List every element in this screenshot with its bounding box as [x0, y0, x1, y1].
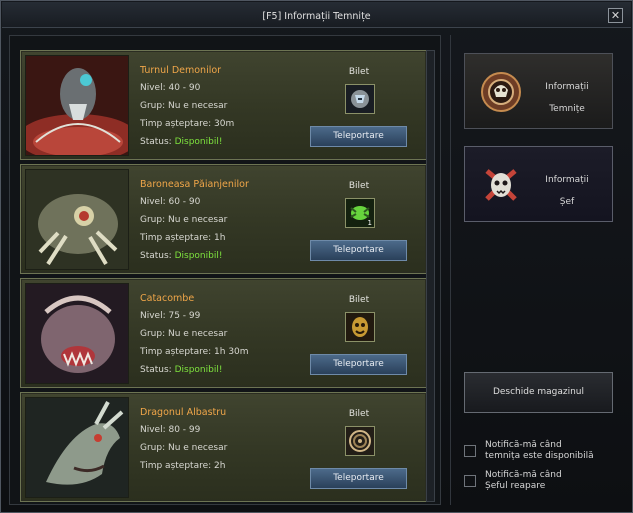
- dungeon-card: Catacombe Nivel: 75 - 99 Grup: Nu e nece…: [20, 278, 427, 388]
- ticket-slot[interactable]: [345, 426, 375, 456]
- dungeon-wait-time: Timp așteptare: 2h: [140, 461, 226, 471]
- dungeon-group: Grup: Nu e necesar: [140, 329, 228, 339]
- status-label: Status:: [140, 365, 175, 375]
- notify-boss-line1: Notifică-mă când: [485, 470, 562, 480]
- ticket-slot[interactable]: [345, 84, 375, 114]
- boss-info-label-line1: Informații: [545, 175, 589, 185]
- dungeon-portrait-catacombs: [25, 283, 129, 384]
- teleport-button[interactable]: Teleportare: [310, 126, 407, 147]
- dungeon-details: Turnul Demonilor Nivel: 40 - 90 Grup: Nu…: [140, 65, 234, 155]
- dungeon-status: Status: Disponibil!: [140, 251, 249, 269]
- boss-info-button[interactable]: Informații Șef: [464, 146, 613, 222]
- close-button[interactable]: ✕: [608, 8, 623, 23]
- boss-info-label-line2: Șef: [559, 197, 575, 207]
- dungeon-name: Dragonul Albastru: [140, 407, 227, 418]
- ticket-slot[interactable]: 1: [345, 198, 375, 228]
- status-value: Disponibil!: [174, 137, 223, 147]
- dungeon-info-window: [F5] Informații Temnițe ✕ Turnul Demonil…: [0, 0, 633, 513]
- notify-available-line1: Notifică-mă când: [485, 440, 562, 450]
- dungeon-group: Grup: Nu e necesar: [140, 101, 228, 111]
- dungeon-wait-time: Timp așteptare: 30m: [140, 119, 235, 129]
- dungeon-wait-time: Timp așteptare: 1h: [140, 233, 226, 243]
- dungeon-name: Turnul Demonilor: [140, 65, 222, 76]
- notify-boss-line2: Șeful reapare: [485, 481, 546, 491]
- dungeon-list: Turnul Demonilor Nivel: 40 - 90 Grup: Nu…: [20, 50, 427, 502]
- dungeon-group: Grup: Nu e necesar: [140, 215, 228, 225]
- dungeon-level: Nivel: 75 - 99: [140, 311, 201, 321]
- dungeon-level: Nivel: 40 - 90: [140, 83, 201, 93]
- blue-dragon-boss-image: [26, 398, 128, 497]
- dungeon-status: Status: Disponibil!: [140, 365, 249, 383]
- dungeon-card: Turnul Demonilor Nivel: 40 - 90 Grup: Nu…: [20, 50, 427, 160]
- notify-boss-respawn-checkbox[interactable]: [464, 475, 476, 487]
- dungeon-emblem-icon: [479, 70, 523, 114]
- notify-dungeon-available-checkbox[interactable]: [464, 445, 476, 457]
- dungeon-list-panel: Turnul Demonilor Nivel: 40 - 90 Grup: Nu…: [9, 35, 441, 505]
- dungeon-card: Baroneasa Păianjenilor Nivel: 60 - 90 Gr…: [20, 164, 427, 274]
- boss-skull-icon: [479, 163, 523, 207]
- ticket-label: Bilet: [348, 67, 370, 77]
- dungeon-portrait-demon-tower: [25, 55, 129, 156]
- spider-baroness-boss-image: [26, 170, 128, 269]
- dungeon-info-label-line2: Temnițe: [549, 104, 585, 114]
- dungeon-details: Dragonul Albastru Nivel: 80 - 99 Grup: N…: [140, 407, 227, 479]
- ticket-count: 1: [367, 219, 372, 227]
- notify-dungeon-available-option[interactable]: Notifică-mă când temnița este disponibil…: [464, 440, 624, 464]
- notify-available-line2: temnița este disponibilă: [485, 451, 594, 461]
- dungeon-status: Status: Disponibil!: [140, 137, 234, 155]
- demon-tower-boss-image: [26, 56, 128, 155]
- catacombs-boss-image: [26, 284, 128, 383]
- dungeon-details: Baroneasa Păianjenilor Nivel: 60 - 90 Gr…: [140, 179, 249, 269]
- window-title: [F5] Informații Temnițe: [262, 11, 371, 22]
- dungeon-level: Nivel: 80 - 99: [140, 425, 201, 435]
- dungeon-card: Dragonul Albastru Nivel: 80 - 99 Grup: N…: [20, 392, 427, 502]
- ticket-label: Bilet: [348, 409, 370, 419]
- dungeon-portrait-spider-baroness: [25, 169, 129, 270]
- status-label: Status:: [140, 137, 175, 147]
- teleport-button[interactable]: Teleportare: [310, 468, 407, 489]
- status-label: Status:: [140, 251, 175, 261]
- dungeon-list-scrollbar[interactable]: [426, 50, 435, 502]
- dungeon-info-label-line1: Informații: [545, 82, 589, 92]
- dungeon-info-button[interactable]: Informații Temnițe: [464, 53, 613, 129]
- notify-dungeon-available-label: Notifică-mă când temnița este disponibil…: [485, 440, 625, 462]
- dungeon-details: Catacombe Nivel: 75 - 99 Grup: Nu e nece…: [140, 293, 249, 383]
- ticket-label: Bilet: [348, 181, 370, 191]
- ticket-slot[interactable]: [345, 312, 375, 342]
- dungeon-group: Grup: Nu e necesar: [140, 443, 228, 453]
- teleport-button[interactable]: Teleportare: [310, 354, 407, 375]
- side-panel: Informații Temnițe Informații Șef Deschi…: [450, 35, 626, 505]
- dungeon-portrait-blue-dragon: [25, 397, 129, 498]
- dungeon-wait-time: Timp așteptare: 1h 30m: [140, 347, 249, 357]
- helmet-ticket-icon: [346, 85, 374, 113]
- golden-mask-ticket-icon: [346, 313, 374, 341]
- open-shop-button[interactable]: Deschide magazinul: [464, 372, 613, 413]
- ticket-label: Bilet: [348, 295, 370, 305]
- dungeon-name: Catacombe: [140, 293, 195, 304]
- status-value: Disponibil!: [174, 365, 223, 375]
- status-value: Disponibil!: [174, 251, 223, 261]
- dungeon-level: Nivel: 60 - 90: [140, 197, 201, 207]
- title-bar[interactable]: [F5] Informații Temnițe ✕: [2, 2, 631, 28]
- teleport-button[interactable]: Teleportare: [310, 240, 407, 261]
- notify-boss-respawn-option[interactable]: Notifică-mă când Șeful reapare: [464, 470, 624, 494]
- dungeon-name: Baroneasa Păianjenilor: [140, 179, 249, 190]
- spiral-ticket-icon: [346, 427, 374, 455]
- notify-boss-respawn-label: Notifică-mă când Șeful reapare: [485, 470, 625, 492]
